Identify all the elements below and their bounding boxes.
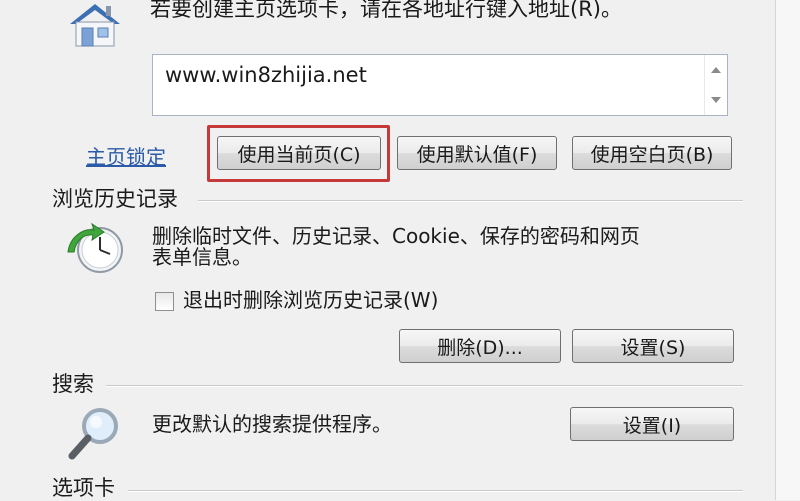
homepage-url-value[interactable]: www.win8zhijia.net: [165, 63, 367, 87]
scroll-up-icon[interactable]: [711, 67, 721, 73]
history-divider: [198, 200, 743, 202]
search-section-title: 搜索: [52, 372, 94, 396]
search-divider: [106, 385, 743, 387]
house-icon: [64, 2, 126, 48]
use-current-page-button[interactable]: 使用当前页(C): [217, 136, 381, 170]
history-clock-icon: [64, 222, 130, 278]
homepage-lock-link[interactable]: 主页锁定: [86, 141, 166, 170]
url-scrollbar[interactable]: [704, 55, 727, 115]
homepage-url-field[interactable]: www.win8zhijia.net: [152, 54, 728, 116]
delete-history-button[interactable]: 删除(D)...: [399, 329, 561, 363]
homepage-instruction: 若要创建主页选项卡，请在各地址行键入地址(R)。: [150, 0, 622, 21]
tabs-divider: [128, 490, 743, 492]
delete-on-exit-label[interactable]: 退出时删除浏览历史记录(W): [183, 287, 438, 313]
history-description-line2: 表单信息。: [152, 245, 252, 269]
use-blank-page-button[interactable]: 使用空白页(B): [572, 136, 732, 170]
magnifier-icon: [64, 404, 126, 462]
scroll-down-icon[interactable]: [711, 97, 721, 103]
search-settings-button[interactable]: 设置(I): [570, 407, 734, 441]
tabs-section-title: 选项卡: [52, 476, 115, 500]
history-section-title: 浏览历史记录: [52, 187, 178, 211]
search-description: 更改默认的搜索提供程序。: [152, 412, 392, 436]
window-right-border: [775, 0, 800, 500]
use-default-button[interactable]: 使用默认值(F): [397, 136, 557, 170]
history-settings-button[interactable]: 设置(S): [572, 329, 734, 363]
delete-on-exit-checkbox[interactable]: [155, 292, 174, 311]
